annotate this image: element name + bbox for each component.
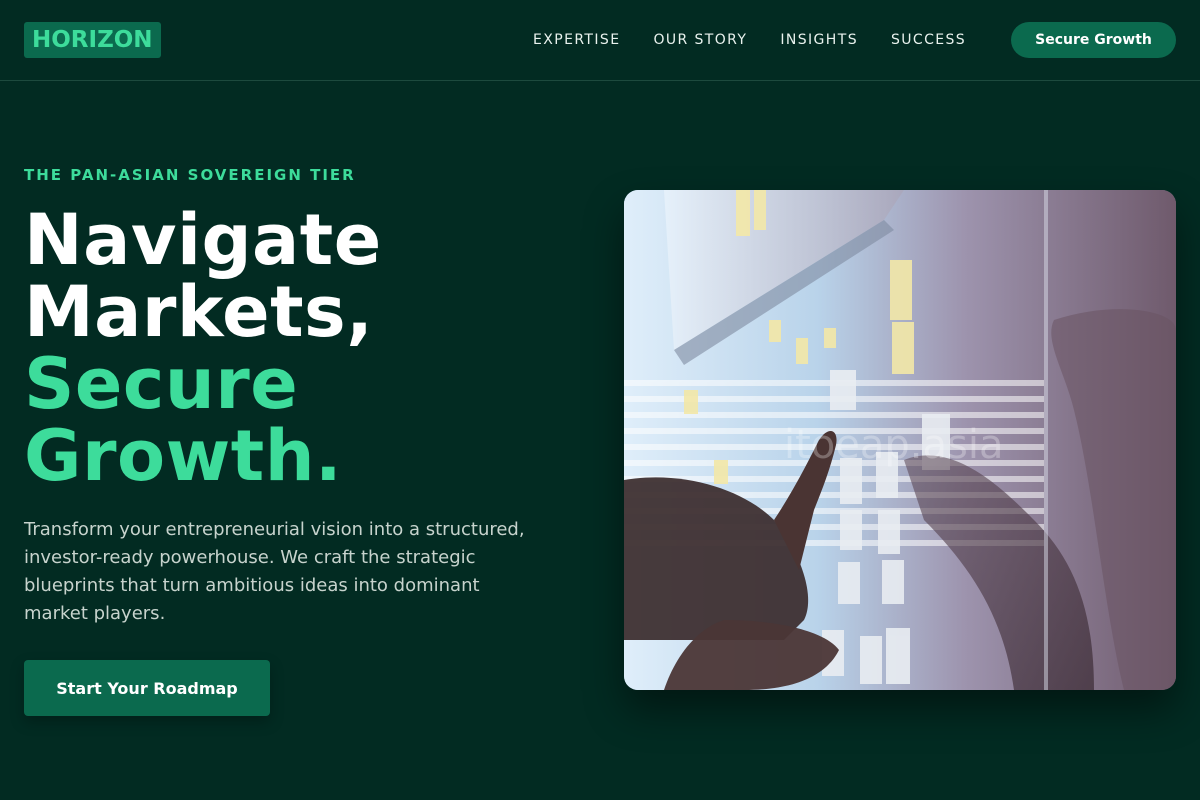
image-watermark: itoeap.asia	[784, 422, 1003, 468]
hero-headline: Navigate Markets, Secure Growth.	[24, 204, 584, 492]
start-roadmap-button[interactable]: Start Your Roadmap	[24, 660, 270, 716]
hero-eyebrow: THE PAN-ASIAN SOVEREIGN TIER	[24, 166, 356, 184]
nav-link-our-story[interactable]: OUR STORY	[653, 32, 747, 48]
logo[interactable]: HORIZON	[24, 22, 161, 58]
landing-page: HORIZON EXPERTISE OUR STORY INSIGHTS SUC…	[0, 0, 1200, 800]
hero-photo-illustration: itoeap.asia	[624, 190, 1176, 690]
headline-line: Navigate	[24, 199, 382, 281]
nav-link-success[interactable]: SUCCESS	[891, 32, 966, 48]
secure-growth-button[interactable]: Secure Growth	[1011, 22, 1176, 58]
nav-link-insights[interactable]: INSIGHTS	[780, 32, 858, 48]
headline-accent-line: Secure	[24, 343, 299, 425]
nav-link-expertise[interactable]: EXPERTISE	[533, 32, 620, 48]
headline-line: Markets,	[24, 271, 374, 353]
hero-description: Transform your entrepreneurial vision in…	[24, 519, 525, 624]
site-header: HORIZON EXPERTISE OUR STORY INSIGHTS SUC…	[0, 0, 1200, 81]
main-nav: EXPERTISE OUR STORY INSIGHTS SUCCESS	[533, 0, 966, 80]
hero-image: itoeap.asia	[624, 190, 1176, 690]
headline-accent-line: Growth.	[24, 415, 343, 497]
